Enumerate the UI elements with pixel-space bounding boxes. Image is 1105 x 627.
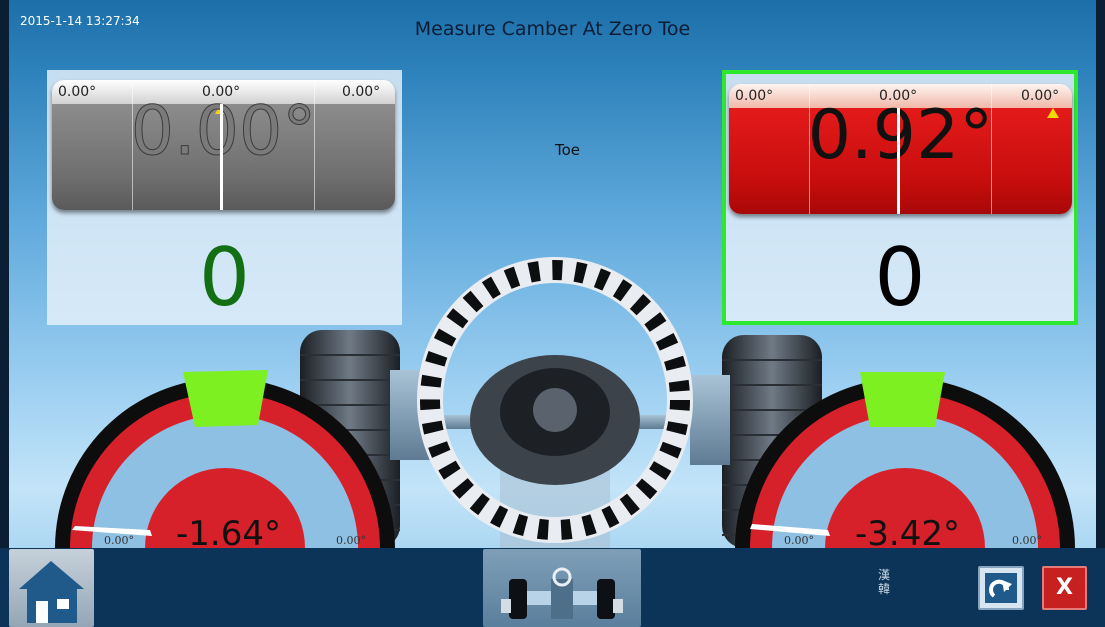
back-button[interactable] bbox=[978, 566, 1024, 610]
right-camber-tick-left: 0.00° bbox=[784, 534, 814, 547]
home-button[interactable] bbox=[9, 549, 94, 627]
right-camber-target-zone bbox=[860, 372, 945, 427]
right-camber-tick-right: 0.00° bbox=[1012, 534, 1042, 547]
vehicle-alignment-icon bbox=[501, 567, 623, 619]
language-label[interactable]: 漢 韓 bbox=[878, 568, 890, 596]
house-icon bbox=[19, 561, 84, 623]
close-button[interactable]: X bbox=[1042, 566, 1087, 610]
vehicle-view-button[interactable] bbox=[483, 549, 641, 627]
back-arrow-icon bbox=[985, 573, 1017, 603]
left-camber-target-zone bbox=[183, 370, 268, 427]
alignment-screen: 2015-1-14 13:27:34 Measure Camber At Zer… bbox=[0, 0, 1105, 627]
left-camber-tick-right: 0.00° bbox=[336, 534, 366, 547]
left-camber-tick-left: 0.00° bbox=[104, 534, 134, 547]
